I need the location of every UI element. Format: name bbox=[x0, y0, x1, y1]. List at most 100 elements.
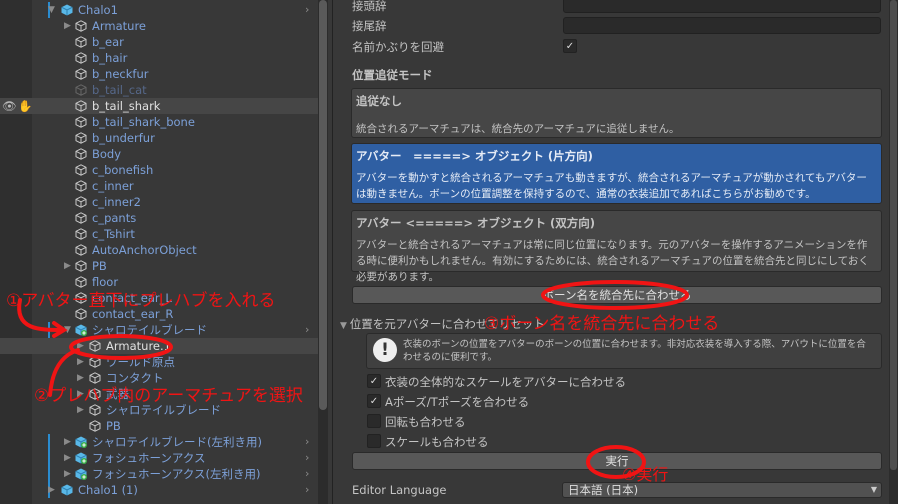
expand-down-icon[interactable]: ▼ bbox=[48, 2, 55, 18]
expand-right-icon[interactable]: ▶ bbox=[64, 450, 71, 466]
option-checkbox[interactable] bbox=[367, 434, 381, 448]
hierarchy-item[interactable]: b_hair bbox=[0, 50, 318, 66]
prefab-cube-icon bbox=[75, 468, 87, 480]
gameobject-cube-icon bbox=[75, 180, 87, 192]
hierarchy-item[interactable]: ▶ Chalo1 (1) › bbox=[0, 482, 318, 498]
hierarchy-item[interactable]: ▼ シャロテイルブレード › bbox=[0, 322, 318, 338]
chevron-right-icon[interactable]: › bbox=[305, 450, 309, 466]
hierarchy-item[interactable]: ▼ Chalo1 › bbox=[0, 2, 318, 18]
hierarchy-item[interactable]: b_tail_shark_bone bbox=[0, 114, 318, 130]
hierarchy-item[interactable]: c_bonefish bbox=[0, 162, 318, 178]
gameobject-cube-icon bbox=[89, 356, 101, 368]
chevron-right-icon[interactable]: › bbox=[305, 466, 309, 482]
pickable-hand-icon[interactable]: ✋ bbox=[18, 98, 32, 114]
chevron-right-icon[interactable]: › bbox=[305, 482, 309, 498]
mode-option-oneway[interactable]: アバター =====> オブジェクト (片方向) アバターを動かすと統合されるアー… bbox=[351, 143, 882, 204]
hierarchy-item[interactable]: c_pants bbox=[0, 210, 318, 226]
hierarchy-item-label: PB bbox=[106, 419, 121, 433]
rename-bones-button[interactable]: ボーン名を統合先に合わせる bbox=[352, 286, 882, 304]
hierarchy-item[interactable]: b_tail_cat bbox=[0, 82, 318, 98]
gameobject-cube-icon bbox=[75, 212, 87, 224]
visibility-eye-icon[interactable]: 👁 bbox=[2, 98, 17, 114]
mode-desc: 統合されるアーマチュアは、統合先のアーマチュアに追従しません。 bbox=[356, 123, 680, 135]
expand-right-icon[interactable]: ▶ bbox=[64, 434, 71, 450]
hierarchy-item[interactable]: ▶ フォシュホーンアクス(左利き用) › bbox=[0, 466, 318, 482]
mode-option-none[interactable]: 追従なし 統合されるアーマチュアは、統合先のアーマチュアに追従しません。 bbox=[351, 88, 882, 138]
expand-right-icon[interactable]: ▶ bbox=[64, 18, 71, 34]
hierarchy-item-label: シャロテイルブレード(左利き用) bbox=[92, 435, 262, 449]
expand-right-icon[interactable]: ▶ bbox=[77, 338, 84, 354]
mode-title: アバター <=====> オブジェクト (双方向) bbox=[356, 216, 596, 230]
help-box: ! 衣装のボーンの位置をアバターのボーンの位置に合わせます。非対応衣装を導入する際… bbox=[366, 333, 882, 369]
hierarchy-item[interactable]: ▶ Armature bbox=[0, 18, 318, 34]
prefab-cube-icon bbox=[61, 4, 73, 16]
expand-right-icon[interactable]: ▶ bbox=[48, 482, 55, 498]
language-dropdown[interactable]: 日本語 (日本) ▼ bbox=[562, 482, 882, 498]
language-value: 日本語 (日本) bbox=[568, 483, 639, 497]
suffix-label: 接尾辞 bbox=[352, 19, 387, 33]
annotation-step4: ④実行 bbox=[622, 465, 669, 484]
gameobject-cube-icon bbox=[75, 100, 87, 112]
mode-title: アバター =====> オブジェクト (片方向) bbox=[356, 149, 593, 163]
option-label: 衣装の全体的なスケールをアバターに合わせる bbox=[385, 375, 627, 389]
hierarchy-item[interactable]: ▶ Armature.1 bbox=[0, 338, 318, 354]
hierarchy-item[interactable]: b_underfur bbox=[0, 130, 318, 146]
gameobject-cube-icon bbox=[89, 340, 101, 352]
hierarchy-item-label: Armature bbox=[92, 19, 146, 33]
hierarchy-item[interactable]: PB bbox=[0, 418, 318, 434]
chevron-right-icon[interactable]: › bbox=[305, 434, 309, 450]
hierarchy-item[interactable]: ▶ シャロテイルブレード(左利き用) › bbox=[0, 434, 318, 450]
dropdown-arrow-icon: ▼ bbox=[870, 485, 877, 494]
annotation-step1: ①アバター直下にプレハブを入れる bbox=[6, 291, 276, 311]
expand-right-icon[interactable]: ▶ bbox=[64, 466, 71, 482]
hierarchy-item[interactable]: b_neckfur bbox=[0, 66, 318, 82]
annotation-step2: ②プレハブ内のアーマチュアを選択 bbox=[34, 386, 303, 406]
scrollbar-thumb[interactable] bbox=[890, 0, 897, 470]
chevron-right-icon[interactable]: › bbox=[305, 2, 309, 18]
expand-right-icon[interactable]: ▶ bbox=[77, 354, 84, 370]
hierarchy-item-label: Chalo1 bbox=[78, 3, 118, 17]
prefab-override-bar bbox=[48, 466, 50, 482]
hierarchy-item[interactable]: c_inner2 bbox=[0, 194, 318, 210]
option-label: スケールも合わせる bbox=[385, 435, 489, 449]
hierarchy-item-label: AutoAnchorObject bbox=[92, 243, 197, 257]
hierarchy-item-label: c_pants bbox=[92, 211, 137, 225]
avoid-name-checkbox[interactable]: ✓ bbox=[563, 39, 577, 53]
gameobject-cube-icon bbox=[75, 164, 87, 176]
hierarchy-item[interactable]: Body bbox=[0, 146, 318, 162]
mode-option-bidirectional[interactable]: アバター <=====> オブジェクト (双方向) アバターと統合されるアーマチュ… bbox=[351, 210, 882, 283]
option-checkbox[interactable]: ✓ bbox=[367, 394, 381, 408]
hierarchy-item-label: Chalo1 (1) bbox=[78, 483, 138, 497]
hierarchy-item[interactable]: b_ear bbox=[0, 34, 318, 50]
hierarchy-item[interactable]: ▶ PB bbox=[0, 258, 318, 274]
hierarchy-item[interactable]: ▶ ワールド原点 bbox=[0, 354, 318, 370]
suffix-input[interactable] bbox=[563, 17, 881, 34]
gameobject-cube-icon bbox=[75, 132, 87, 144]
hierarchy-item[interactable]: c_inner bbox=[0, 178, 318, 194]
expand-down-icon[interactable]: ▼ bbox=[64, 322, 71, 338]
hierarchy-item-label: b_ear bbox=[92, 35, 124, 49]
hierarchy-item-label: b_tail_shark_bone bbox=[92, 115, 195, 129]
scrollbar-thumb[interactable] bbox=[319, 0, 327, 410]
foldout-triangle-icon: ▼ bbox=[340, 321, 350, 331]
expand-right-icon[interactable]: ▶ bbox=[64, 258, 71, 274]
hierarchy-item[interactable]: 👁 ✋ b_tail_shark bbox=[0, 98, 318, 114]
execute-button[interactable]: 実行 bbox=[352, 452, 882, 470]
inspector-scrollbar[interactable] bbox=[889, 0, 898, 504]
hierarchy-item[interactable]: AutoAnchorObject bbox=[0, 242, 318, 258]
option-checkbox[interactable]: ✓ bbox=[367, 374, 381, 388]
hierarchy-item[interactable]: c_Tshirt bbox=[0, 226, 318, 242]
language-label: Editor Language bbox=[352, 483, 447, 497]
gameobject-cube-icon bbox=[75, 68, 87, 80]
hierarchy-item-label: b_underfur bbox=[92, 131, 155, 145]
prefix-input[interactable] bbox=[563, 0, 881, 13]
hierarchy-item-label: c_bonefish bbox=[92, 163, 154, 177]
hierarchy-item[interactable]: ▶ フォシュホーンアクス › bbox=[0, 450, 318, 466]
gameobject-cube-icon bbox=[75, 260, 87, 272]
mode-desc: アバターを動かすと統合されるアーマチュアも動きますが、統合されるアーマチュアが動… bbox=[356, 172, 867, 200]
hierarchy-item-label: b_tail_cat bbox=[92, 83, 147, 97]
option-checkbox[interactable] bbox=[367, 414, 381, 428]
prefab-cube-icon bbox=[75, 324, 87, 336]
chevron-right-icon[interactable]: › bbox=[305, 322, 309, 338]
hierarchy-scrollbar[interactable] bbox=[318, 0, 328, 504]
